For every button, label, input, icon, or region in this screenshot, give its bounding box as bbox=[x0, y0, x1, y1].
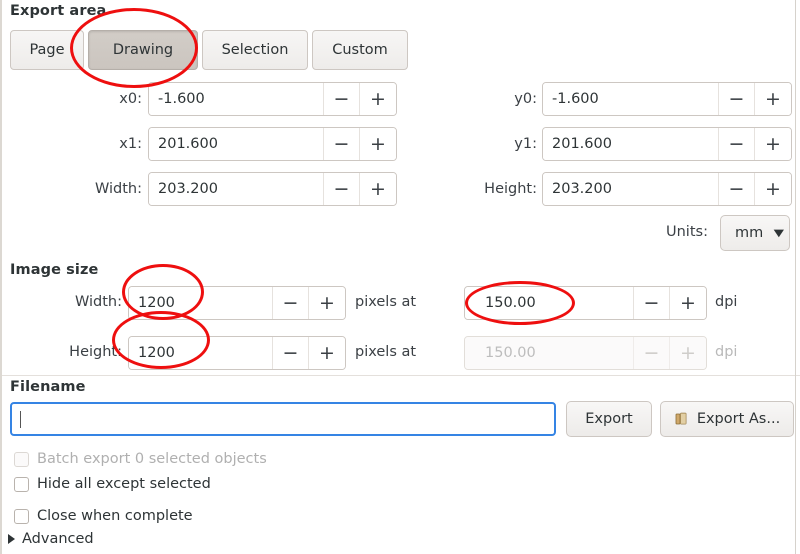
tab-page-label: Page bbox=[29, 42, 65, 58]
image-height-spinbox[interactable]: 1200 − + bbox=[128, 336, 346, 370]
y1-spinbox[interactable]: 201.600 − + bbox=[542, 127, 792, 161]
hide-all-except-selected-label: Hide all except selected bbox=[37, 476, 211, 492]
units-value: mm bbox=[735, 225, 764, 241]
image-height-label: Height: bbox=[69, 344, 122, 360]
close-when-complete-checkbox[interactable]: Close when complete bbox=[14, 505, 193, 527]
tab-drawing[interactable]: Drawing bbox=[88, 30, 198, 70]
advanced-expander[interactable]: Advanced bbox=[8, 531, 94, 547]
x0-plus-button[interactable]: + bbox=[360, 83, 396, 115]
advanced-label: Advanced bbox=[22, 531, 94, 547]
y1-plus-button[interactable]: + bbox=[755, 128, 791, 160]
checkbox-icon bbox=[14, 451, 29, 467]
tab-drawing-label: Drawing bbox=[112, 42, 174, 58]
folder-icon bbox=[674, 411, 690, 427]
x1-label: x1: bbox=[119, 136, 142, 152]
batch-export-checkbox: Batch export 0 selected objects bbox=[14, 448, 267, 470]
image-size-title: Image size bbox=[10, 262, 99, 278]
export-area-title: Export area bbox=[10, 3, 107, 19]
chevron-down-icon: ▼ bbox=[773, 227, 785, 239]
y0-minus-button[interactable]: − bbox=[719, 83, 755, 115]
checkbox-icon[interactable] bbox=[14, 508, 29, 524]
dpi-height-minus-button: − bbox=[634, 337, 670, 369]
checkbox-icon[interactable] bbox=[14, 476, 29, 492]
x0-value[interactable]: -1.600 bbox=[149, 83, 324, 115]
export-as-button[interactable]: Export As... bbox=[660, 401, 794, 437]
x1-plus-button[interactable]: + bbox=[360, 128, 396, 160]
filename-input[interactable] bbox=[10, 402, 556, 436]
width-mm-minus-button[interactable]: − bbox=[324, 173, 360, 205]
image-width-label: Width: bbox=[74, 294, 122, 310]
image-height-suffix: pixels at bbox=[355, 344, 417, 360]
export-area-tab-group: Page Drawing Selection Custom bbox=[10, 30, 412, 70]
width-mm-value[interactable]: 203.200 bbox=[149, 173, 324, 205]
y1-label: y1: bbox=[514, 136, 537, 152]
width-mm-label: Width: bbox=[94, 181, 142, 197]
dpi-height-plus-button: + bbox=[670, 337, 706, 369]
units-dropdown[interactable]: mm ▼ bbox=[720, 215, 790, 251]
export-button-label: Export bbox=[585, 411, 633, 427]
x0-spinbox[interactable]: -1.600 − + bbox=[148, 82, 397, 116]
close-when-complete-label: Close when complete bbox=[37, 508, 193, 524]
image-height-minus-button[interactable]: − bbox=[273, 337, 309, 369]
hide-all-except-selected-checkbox[interactable]: Hide all except selected bbox=[14, 473, 211, 495]
dpi-width-plus-button[interactable]: + bbox=[670, 287, 706, 319]
x0-minus-button[interactable]: − bbox=[324, 83, 360, 115]
y0-plus-button[interactable]: + bbox=[755, 83, 791, 115]
height-mm-minus-button[interactable]: − bbox=[719, 173, 755, 205]
x1-spinbox[interactable]: 201.600 − + bbox=[148, 127, 397, 161]
panel-right-border bbox=[795, 0, 796, 554]
width-mm-spinbox[interactable]: 203.200 − + bbox=[148, 172, 397, 206]
x0-label: x0: bbox=[119, 91, 142, 107]
dpi-height-spinbox: 150.00 − + bbox=[464, 336, 707, 370]
divider bbox=[2, 375, 800, 376]
triangle-right-icon bbox=[8, 534, 15, 544]
dpi-height-unit: dpi bbox=[715, 344, 738, 360]
export-as-button-label: Export As... bbox=[696, 411, 781, 427]
dpi-width-minus-button[interactable]: − bbox=[634, 287, 670, 319]
tab-selection-label: Selection bbox=[221, 42, 289, 58]
x1-minus-button[interactable]: − bbox=[324, 128, 360, 160]
tab-page[interactable]: Page bbox=[10, 30, 84, 70]
width-mm-plus-button[interactable]: + bbox=[360, 173, 396, 205]
y0-spinbox[interactable]: -1.600 − + bbox=[542, 82, 792, 116]
dpi-width-unit: dpi bbox=[715, 294, 738, 310]
filename-title: Filename bbox=[10, 379, 86, 395]
y1-value[interactable]: 201.600 bbox=[543, 128, 719, 160]
units-label: Units: bbox=[666, 224, 708, 240]
image-width-value[interactable]: 1200 bbox=[129, 287, 273, 319]
y0-value[interactable]: -1.600 bbox=[543, 83, 719, 115]
image-width-suffix: pixels at bbox=[355, 294, 417, 310]
image-width-minus-button[interactable]: − bbox=[273, 287, 309, 319]
dpi-width-spinbox[interactable]: 150.00 − + bbox=[464, 286, 707, 320]
y0-label: y0: bbox=[514, 91, 537, 107]
height-mm-plus-button[interactable]: + bbox=[755, 173, 791, 205]
image-height-value[interactable]: 1200 bbox=[129, 337, 273, 369]
dpi-height-value: 150.00 bbox=[465, 337, 634, 369]
image-height-plus-button[interactable]: + bbox=[309, 337, 345, 369]
batch-export-label: Batch export 0 selected objects bbox=[37, 451, 267, 467]
height-mm-value[interactable]: 203.200 bbox=[543, 173, 719, 205]
tab-custom-label: Custom bbox=[332, 42, 388, 58]
export-button[interactable]: Export bbox=[566, 401, 652, 437]
x1-value[interactable]: 201.600 bbox=[149, 128, 324, 160]
tab-selection[interactable]: Selection bbox=[202, 30, 308, 70]
image-width-spinbox[interactable]: 1200 − + bbox=[128, 286, 346, 320]
text-cursor-icon bbox=[20, 410, 21, 428]
image-width-plus-button[interactable]: + bbox=[309, 287, 345, 319]
height-mm-spinbox[interactable]: 203.200 − + bbox=[542, 172, 792, 206]
dpi-width-value[interactable]: 150.00 bbox=[465, 287, 634, 319]
export-png-panel: Export area Page Drawing Selection Custo… bbox=[0, 0, 800, 554]
height-mm-label: Height: bbox=[484, 181, 537, 197]
y1-minus-button[interactable]: − bbox=[719, 128, 755, 160]
tab-custom[interactable]: Custom bbox=[312, 30, 408, 70]
